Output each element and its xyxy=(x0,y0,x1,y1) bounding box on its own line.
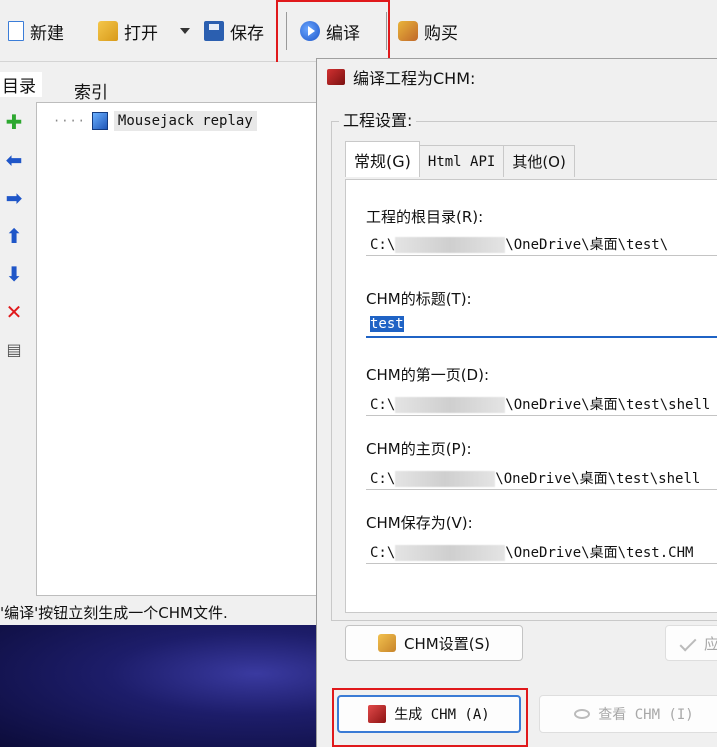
apply-button[interactable]: 应 xyxy=(665,625,717,661)
properties-icon[interactable]: ▤ xyxy=(4,340,24,360)
chm-title-label: CHM的标题(T): xyxy=(366,290,472,308)
first-page-field[interactable]: C:\ \OneDrive\桌面\test\shell xyxy=(366,390,717,416)
status-bar: '编译'按钮立刻生成一个CHM文件. xyxy=(0,599,320,625)
root-dir-field[interactable]: C:\ \OneDrive\桌面\test\ xyxy=(366,230,717,256)
page-icon xyxy=(91,112,108,130)
tree-connector: ···· xyxy=(53,114,86,128)
chm-title-field[interactable]: test xyxy=(366,312,717,338)
desktop-wallpaper xyxy=(0,625,320,747)
save-as-label: CHM保存为(V): xyxy=(366,514,473,532)
generate-highlight-box xyxy=(332,688,528,747)
dialog-title-text: 编译工程为CHM: xyxy=(353,69,476,88)
tab-contents[interactable]: 目录 xyxy=(0,72,42,97)
contents-tree[interactable]: ···· Mousejack replay xyxy=(36,102,320,596)
redacted-path xyxy=(395,545,506,561)
view-chm-button[interactable]: 查看 CHM (I) xyxy=(539,695,717,733)
save-as-suffix: \OneDrive\桌面\test.CHM xyxy=(505,545,694,561)
root-dir-prefix: C:\ xyxy=(370,237,396,253)
arrow-left-icon[interactable]: ⬅ xyxy=(4,150,24,170)
first-page-prefix: C:\ xyxy=(370,397,396,413)
save-disk-icon xyxy=(204,21,224,41)
open-button-label: 打开 xyxy=(124,23,158,44)
arrow-down-icon[interactable]: ⬇ xyxy=(4,264,24,284)
chm-settings-label: CHM设置(S) xyxy=(404,634,490,653)
arrow-up-icon[interactable]: ⬆ xyxy=(4,226,24,246)
settings-icon xyxy=(378,634,397,652)
tab-other[interactable]: 其他(O) xyxy=(503,145,575,177)
tab-index[interactable]: 索引 xyxy=(74,78,108,103)
open-dropdown-icon[interactable] xyxy=(180,28,190,34)
save-button[interactable]: 保存 xyxy=(204,14,264,48)
project-settings-label: 工程设置: xyxy=(339,107,417,131)
new-button-label: 新建 xyxy=(30,23,64,44)
new-file-icon xyxy=(8,21,24,41)
left-tab-bar: 目录 索引 xyxy=(0,62,320,103)
tree-item[interactable]: ···· Mousejack replay xyxy=(53,111,257,131)
first-page-suffix: \OneDrive\桌面\test\shell xyxy=(505,397,711,413)
tree-action-bar: ✚ ⬅ ➡ ⬆ ⬇ ✕ ▤ xyxy=(0,102,34,599)
save-as-field[interactable]: C:\ \OneDrive\桌面\test.CHM xyxy=(366,538,717,564)
add-icon[interactable]: ✚ xyxy=(4,112,24,132)
delete-icon[interactable]: ✕ xyxy=(4,302,24,322)
root-dir-label: 工程的根目录(R): xyxy=(366,208,484,226)
save-as-prefix: C:\ xyxy=(370,545,396,561)
arrow-right-icon[interactable]: ➡ xyxy=(4,188,24,208)
home-page-suffix: \OneDrive\桌面\test\shell xyxy=(495,471,701,487)
open-button[interactable]: 打开 xyxy=(98,14,158,48)
home-page-label: CHM的主页(P): xyxy=(366,440,472,458)
contents-panel: ✚ ⬅ ➡ ⬆ ⬇ ✕ ▤ ···· Mousejack replay xyxy=(0,102,320,599)
redacted-path xyxy=(395,471,496,487)
general-tab-page: 工程的根目录(R): C:\ \OneDrive\桌面\test\ CHM的标题(… xyxy=(345,179,717,613)
root-dir-suffix: \OneDrive\桌面\test\ xyxy=(505,237,669,253)
apply-label: 应 xyxy=(704,634,717,653)
first-page-label: CHM的第一页(D): xyxy=(366,366,490,384)
tree-item-label: Mousejack replay xyxy=(113,111,257,131)
check-icon xyxy=(679,634,697,652)
buy-button[interactable]: 购买 xyxy=(398,14,458,48)
glasses-icon xyxy=(574,709,591,719)
dialog-title: 编译工程为CHM: xyxy=(327,65,475,89)
tab-general[interactable]: 常规(G) xyxy=(345,141,420,177)
open-folder-icon xyxy=(98,21,118,41)
home-page-prefix: C:\ xyxy=(370,471,396,487)
chm-book-icon xyxy=(327,69,345,85)
chm-settings-button[interactable]: CHM设置(S) xyxy=(345,625,523,661)
compile-highlight-box xyxy=(276,0,390,66)
compile-dialog: 编译工程为CHM: 工程设置: 常规(G) Html API 其他(O) 工程的… xyxy=(316,58,717,747)
buy-icon xyxy=(398,21,418,41)
tab-html-api[interactable]: Html API xyxy=(418,145,505,177)
new-button[interactable]: 新建 xyxy=(8,14,64,48)
save-button-label: 保存 xyxy=(230,23,264,44)
dialog-tabs: 常规(G) Html API 其他(O) xyxy=(345,141,575,179)
chm-title-value: test xyxy=(370,316,404,332)
buy-button-label: 购买 xyxy=(424,23,458,44)
redacted-path xyxy=(395,237,506,253)
view-chm-label: 查看 CHM (I) xyxy=(598,707,694,723)
home-page-field[interactable]: C:\ \OneDrive\桌面\test\shell xyxy=(366,464,717,490)
redacted-path xyxy=(395,397,506,413)
